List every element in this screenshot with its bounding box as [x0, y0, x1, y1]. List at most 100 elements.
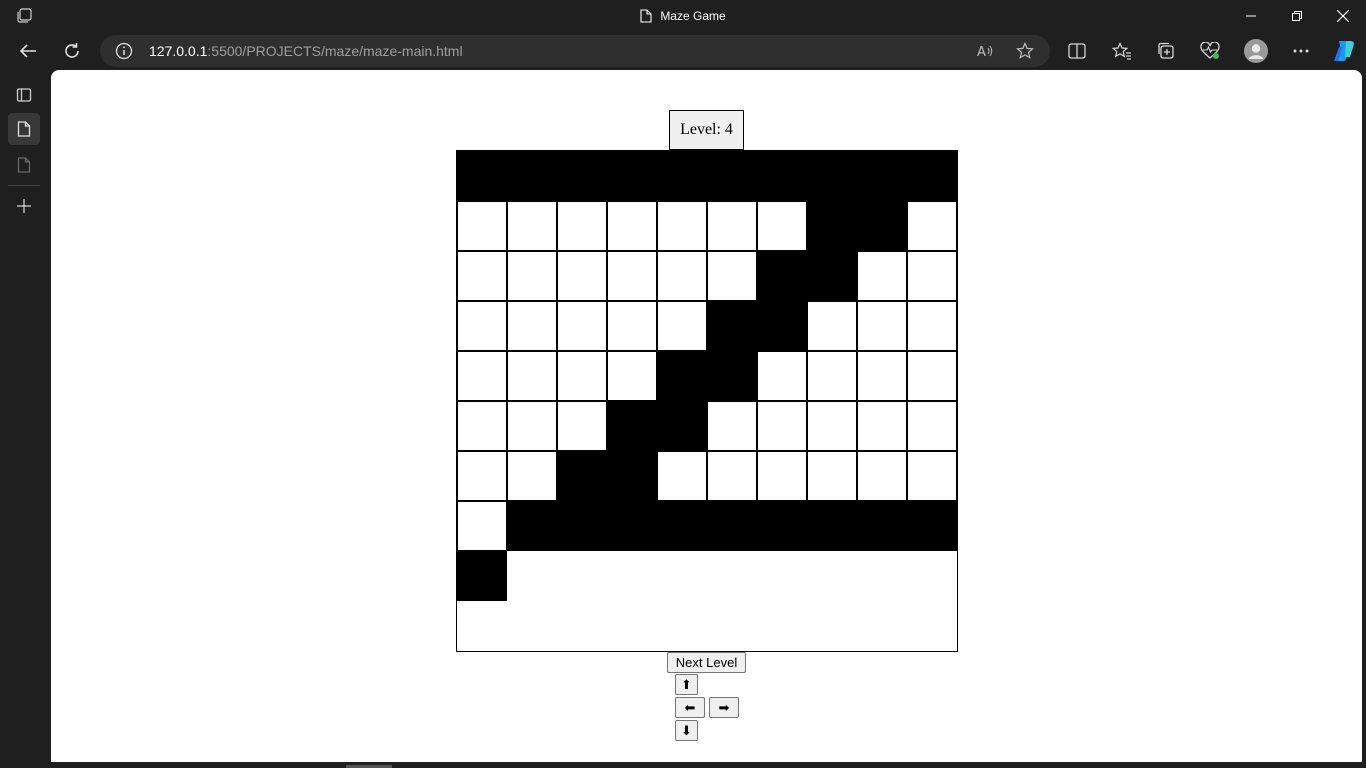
- maze-wall-cell: [607, 501, 657, 551]
- browser-essentials-button[interactable]: [1194, 35, 1226, 67]
- maze-open-cell: [807, 301, 857, 351]
- vertical-tabs-sidebar: [0, 70, 50, 768]
- maze-wall-cell: [707, 501, 757, 551]
- more-button[interactable]: [1285, 35, 1317, 67]
- maze-grid: [456, 150, 958, 652]
- maze-wall-cell: [907, 151, 957, 201]
- page-icon: [17, 157, 31, 173]
- sidebar-divider: [8, 185, 40, 186]
- maze-open-cell: [507, 251, 557, 301]
- refresh-icon: [65, 43, 79, 58]
- close-button[interactable]: [1320, 0, 1366, 32]
- maze-open-cell: [707, 201, 757, 251]
- move-up-button[interactable]: ⬆: [675, 674, 698, 695]
- maze-open-cell: [507, 351, 557, 401]
- page-content: Level: 4 Next Level ⬆ ⬅ ➡ ⬇: [51, 70, 1362, 762]
- maze-wall-cell: [857, 501, 907, 551]
- maze-wall-cell: [907, 501, 957, 551]
- maze-open-cell: [657, 251, 707, 301]
- maze-wall-cell: [607, 401, 657, 451]
- minimize-button[interactable]: [1228, 0, 1274, 32]
- maze-open-cell: [707, 401, 757, 451]
- maze-wall-cell: [807, 501, 857, 551]
- maze-open-cell: [507, 401, 557, 451]
- maze-wall-cell: [557, 501, 607, 551]
- maze-wall-cell: [807, 251, 857, 301]
- move-right-button[interactable]: ➡: [709, 697, 739, 718]
- page-icon: [640, 9, 652, 23]
- sidebar-tab-inactive[interactable]: [8, 149, 40, 181]
- collections-button[interactable]: [1150, 35, 1182, 67]
- maze-wall-cell: [507, 151, 557, 201]
- copilot-button[interactable]: [1328, 35, 1360, 67]
- maze-open-cell: [557, 251, 607, 301]
- maze-wall-cell: [807, 151, 857, 201]
- info-icon[interactable]: [115, 42, 133, 60]
- maze-open-cell: [557, 201, 607, 251]
- address-bar[interactable]: 127.0.0.1:5500/PROJECTS/maze/maze-main.h…: [100, 35, 1050, 67]
- maze-open-cell: [907, 201, 957, 251]
- maze-open-cell: [857, 251, 907, 301]
- split-screen-button[interactable]: [1061, 35, 1093, 67]
- maze-wall-cell: [657, 501, 707, 551]
- back-button[interactable]: [12, 35, 44, 67]
- restore-button[interactable]: [1274, 0, 1320, 32]
- refresh-button[interactable]: [56, 35, 88, 67]
- svg-text:A: A: [977, 45, 986, 59]
- maze-open-cell: [707, 451, 757, 501]
- maze-open-cell: [807, 351, 857, 401]
- maze-open-cell: [507, 301, 557, 351]
- maze-wall-cell: [757, 301, 807, 351]
- more-icon: [1293, 49, 1309, 53]
- back-icon: [19, 44, 36, 58]
- maze-open-cell: [607, 351, 657, 401]
- maze-open-cell: [757, 351, 807, 401]
- maze-wall-cell: [457, 551, 507, 601]
- maze-open-cell: [907, 451, 957, 501]
- maze-open-cell: [907, 401, 957, 451]
- maze-wall-cell: [757, 501, 807, 551]
- maze-open-cell: [457, 251, 507, 301]
- profile-button[interactable]: [1240, 35, 1272, 67]
- maze-open-cell: [457, 501, 507, 551]
- maze-open-cell: [657, 451, 707, 501]
- move-left-button[interactable]: ⬅: [675, 697, 705, 718]
- maze-open-cell: [607, 301, 657, 351]
- maze-open-cell: [457, 351, 507, 401]
- url-path: :5500/PROJECTS/maze/maze-main.html: [207, 43, 463, 59]
- maze-open-cell: [457, 451, 507, 501]
- maze-wall-cell: [557, 451, 607, 501]
- page-icon: [17, 121, 31, 137]
- maze-wall-cell: [607, 451, 657, 501]
- maze-open-cell: [457, 201, 507, 251]
- maze-open-cell: [857, 351, 907, 401]
- maze-open-cell: [507, 451, 557, 501]
- maze-open-cell: [457, 401, 507, 451]
- close-icon: [1337, 10, 1349, 22]
- maze-wall-cell: [657, 351, 707, 401]
- maze-wall-cell: [857, 201, 907, 251]
- maze-open-cell: [857, 451, 907, 501]
- maze-open-cell: [557, 301, 607, 351]
- window-title: Maze Game: [0, 0, 1366, 32]
- window-title-text: Maze Game: [660, 9, 726, 23]
- maze-open-cell: [907, 351, 957, 401]
- read-aloud-icon[interactable]: A: [975, 41, 995, 61]
- sidebar-tab-maze-game[interactable]: [8, 113, 40, 145]
- maze-open-cell: [607, 251, 657, 301]
- url-text[interactable]: 127.0.0.1:5500/PROJECTS/maze/maze-main.h…: [149, 35, 463, 67]
- move-down-button[interactable]: ⬇: [675, 720, 698, 741]
- maze-open-cell: [907, 301, 957, 351]
- maze-wall-cell: [807, 201, 857, 251]
- maze-open-cell: [457, 301, 507, 351]
- split-screen-icon: [1068, 43, 1086, 59]
- maze-open-cell: [507, 201, 557, 251]
- new-tab-button[interactable]: [8, 190, 40, 222]
- favorites-button[interactable]: [1106, 35, 1138, 67]
- next-level-button[interactable]: Next Level: [667, 652, 746, 673]
- maze-open-cell: [807, 451, 857, 501]
- window-bottom-edge: [0, 762, 1366, 768]
- favorite-star-icon[interactable]: [1015, 41, 1035, 61]
- browser-essentials-icon: [1200, 42, 1220, 59]
- tab-actions-menu[interactable]: [8, 79, 40, 111]
